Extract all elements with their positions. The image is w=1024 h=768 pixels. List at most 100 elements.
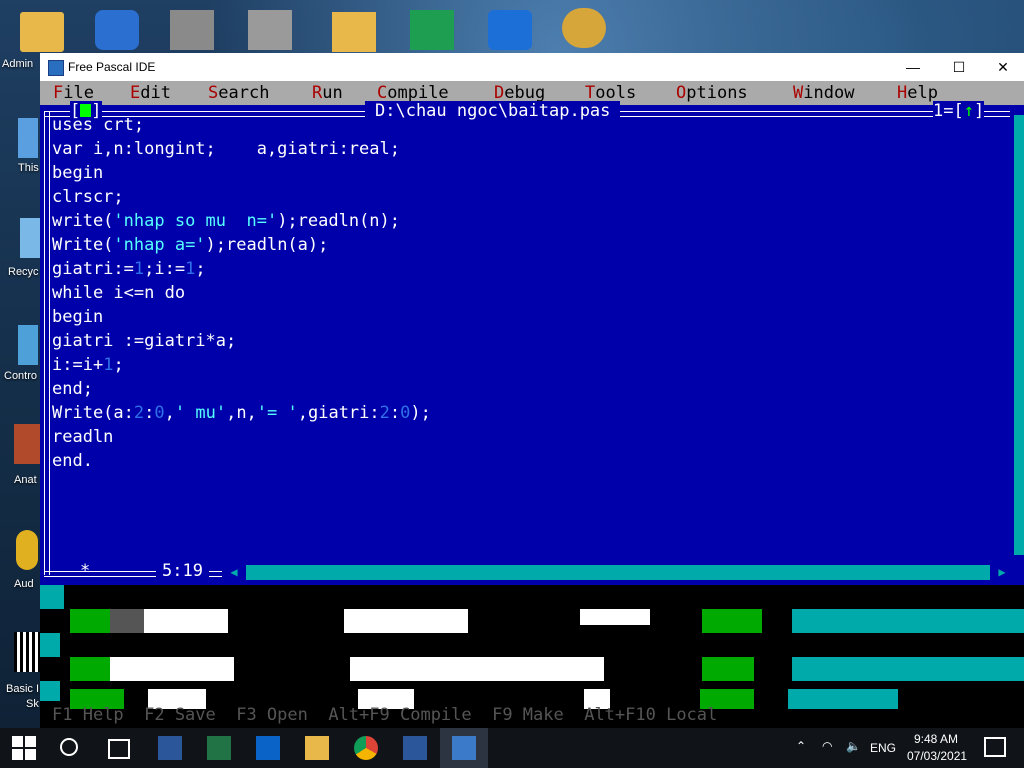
code-token: write( [52,211,114,231]
code-line[interactable]: end. [52,449,431,473]
garble-block [580,609,650,625]
code-token: begin [52,163,104,183]
code-token: end. [52,451,93,471]
code-token: giatri :=giatri*a; [52,331,237,351]
code-line[interactable]: begin [52,305,431,329]
title-bar[interactable]: Free Pascal IDE — ☐ ✕ [40,53,1024,81]
fpc-taskbar-glyph-icon [452,736,476,760]
editor-window[interactable]: [] D:\chau ngoc\baitap.pas 1=[↑] uses cr… [40,101,1024,585]
qr-icon[interactable] [14,632,40,672]
code-line[interactable]: readln [52,425,431,449]
code-line[interactable]: giatri:=1;i:=1; [52,257,431,281]
string-literal: 'nhap a=' [113,235,206,255]
code-token: while i<=n do [52,283,186,303]
word-taskbar-icon[interactable] [158,736,182,760]
number-literal: 0 [154,403,165,423]
scroll-left-arrow-icon[interactable]: ◀ [222,565,246,580]
code-line[interactable]: Write('nhap a=');readln(a); [52,233,431,257]
menu-tools[interactable]: Tools [585,83,636,103]
vertical-scrollbar[interactable] [1014,115,1024,555]
number-literal: 1 [133,259,145,279]
clock-date[interactable]: 07/03/2021 [907,749,967,763]
sheets-icon[interactable] [410,10,454,50]
menu-help[interactable]: Help [897,83,938,103]
code-line[interactable]: i:=i+1; [52,353,431,377]
picture-folder-icon[interactable] [332,12,376,52]
taskbar: ⌃ ◠ 🔈 ENG 9:48 AM 07/03/2021 [0,728,1024,768]
desktop-label-sk: Sk [26,698,39,710]
code-line[interactable]: Write(a:2:0,' mu',n,'= ',giatri:2:0); [52,401,431,425]
recycle-bin-icon[interactable] [20,218,40,258]
source-code[interactable]: uses crt; var i,n:longint; a,giatri:real;… [52,113,431,473]
editor-window-number[interactable]: 1=[↑] [933,101,985,121]
volume-icon[interactable]: 🔈 [846,739,861,753]
audio-icon[interactable] [16,530,38,570]
garble-block [792,657,1024,681]
maximize-button[interactable]: ☐ [936,53,982,81]
menu-window[interactable]: Window [793,83,854,103]
code-token: ,giatri: [297,403,380,423]
tray-chevron-icon[interactable]: ⌃ [796,739,806,753]
zoom-arrow-icon[interactable]: ↑ [964,101,974,121]
menu-file[interactable]: File [53,83,94,103]
chrome-icon[interactable] [354,736,378,760]
status-hint-line: F1 Help F2 Save F3 Open Alt+F9 Compile F… [52,705,718,725]
scroll-right-arrow-icon[interactable]: ▶ [990,565,1014,580]
garble-block [110,657,234,681]
menu-compile[interactable]: Compile [377,83,449,103]
code-line[interactable]: var i,n:longint; a,giatri:real; [52,137,431,161]
code-token: : [144,403,155,423]
code-line[interactable]: clrscr; [52,185,431,209]
string-literal: 'nhap so mu n=' [113,211,278,231]
close-button[interactable]: ✕ [980,53,1024,81]
code-line[interactable]: end; [52,377,431,401]
language-indicator[interactable]: ENG [870,741,896,755]
desktop-label-admin: Admin [2,58,34,70]
code-token: clrscr; [52,187,124,207]
menu-run[interactable]: Run [312,83,343,103]
garble-block [702,609,762,633]
minimize-button[interactable]: — [890,53,936,81]
garble-block [110,609,144,633]
control-panel-icon[interactable] [18,325,38,365]
horizontal-scrollbar[interactable]: ◀ ▶ [222,565,1014,580]
wifi-icon[interactable]: ◠ [822,739,832,753]
anatomy-icon[interactable] [14,424,40,464]
code-line[interactable]: giatri :=giatri*a; [52,329,431,353]
teamviewer-icon[interactable] [488,10,532,50]
desktop-label-basic: Basic I [6,683,40,695]
code-token: : [389,403,401,423]
notifications-icon[interactable] [984,737,1006,757]
menu-search[interactable]: Search [208,83,269,103]
windows-start-icon[interactable] [12,736,36,760]
string-literal: ' mu' [174,403,227,423]
fpc-app-icon [48,60,64,76]
garble-block [350,657,604,681]
this-pc-icon[interactable] [18,118,38,158]
admin-folder-icon[interactable] [20,12,64,52]
app-shortcut-icon[interactable] [95,10,139,50]
code-line[interactable]: begin [52,161,431,185]
menu-edit[interactable]: Edit [130,83,171,103]
code-line[interactable]: uses crt; [52,113,431,137]
file-explorer-icon[interactable] [305,736,329,760]
gear-file-icon[interactable] [170,10,214,50]
menu-options[interactable]: Options [676,83,748,103]
gear-file-icon-2[interactable] [248,10,292,50]
clock-time[interactable]: 9:48 AM [914,732,958,746]
desktop-label-aud: Aud [14,578,34,590]
code-token: );readln(a); [205,235,329,255]
menu-debug[interactable]: Debug [494,83,545,103]
search-icon[interactable] [60,738,78,756]
word-doc-taskbar-icon[interactable] [403,736,427,760]
garble-block [788,689,898,709]
code-line[interactable]: while i<=n do [52,281,431,305]
app-star-icon[interactable] [562,8,606,48]
excel-taskbar-icon[interactable] [207,736,231,760]
code-line[interactable]: write('nhap so mu n=');readln(n); [52,209,431,233]
code-token: i:=i+ [52,355,104,375]
window-title: Free Pascal IDE [68,60,156,74]
code-token: begin [52,307,104,327]
task-view-icon[interactable] [108,739,130,759]
outlook-taskbar-icon[interactable] [256,736,280,760]
